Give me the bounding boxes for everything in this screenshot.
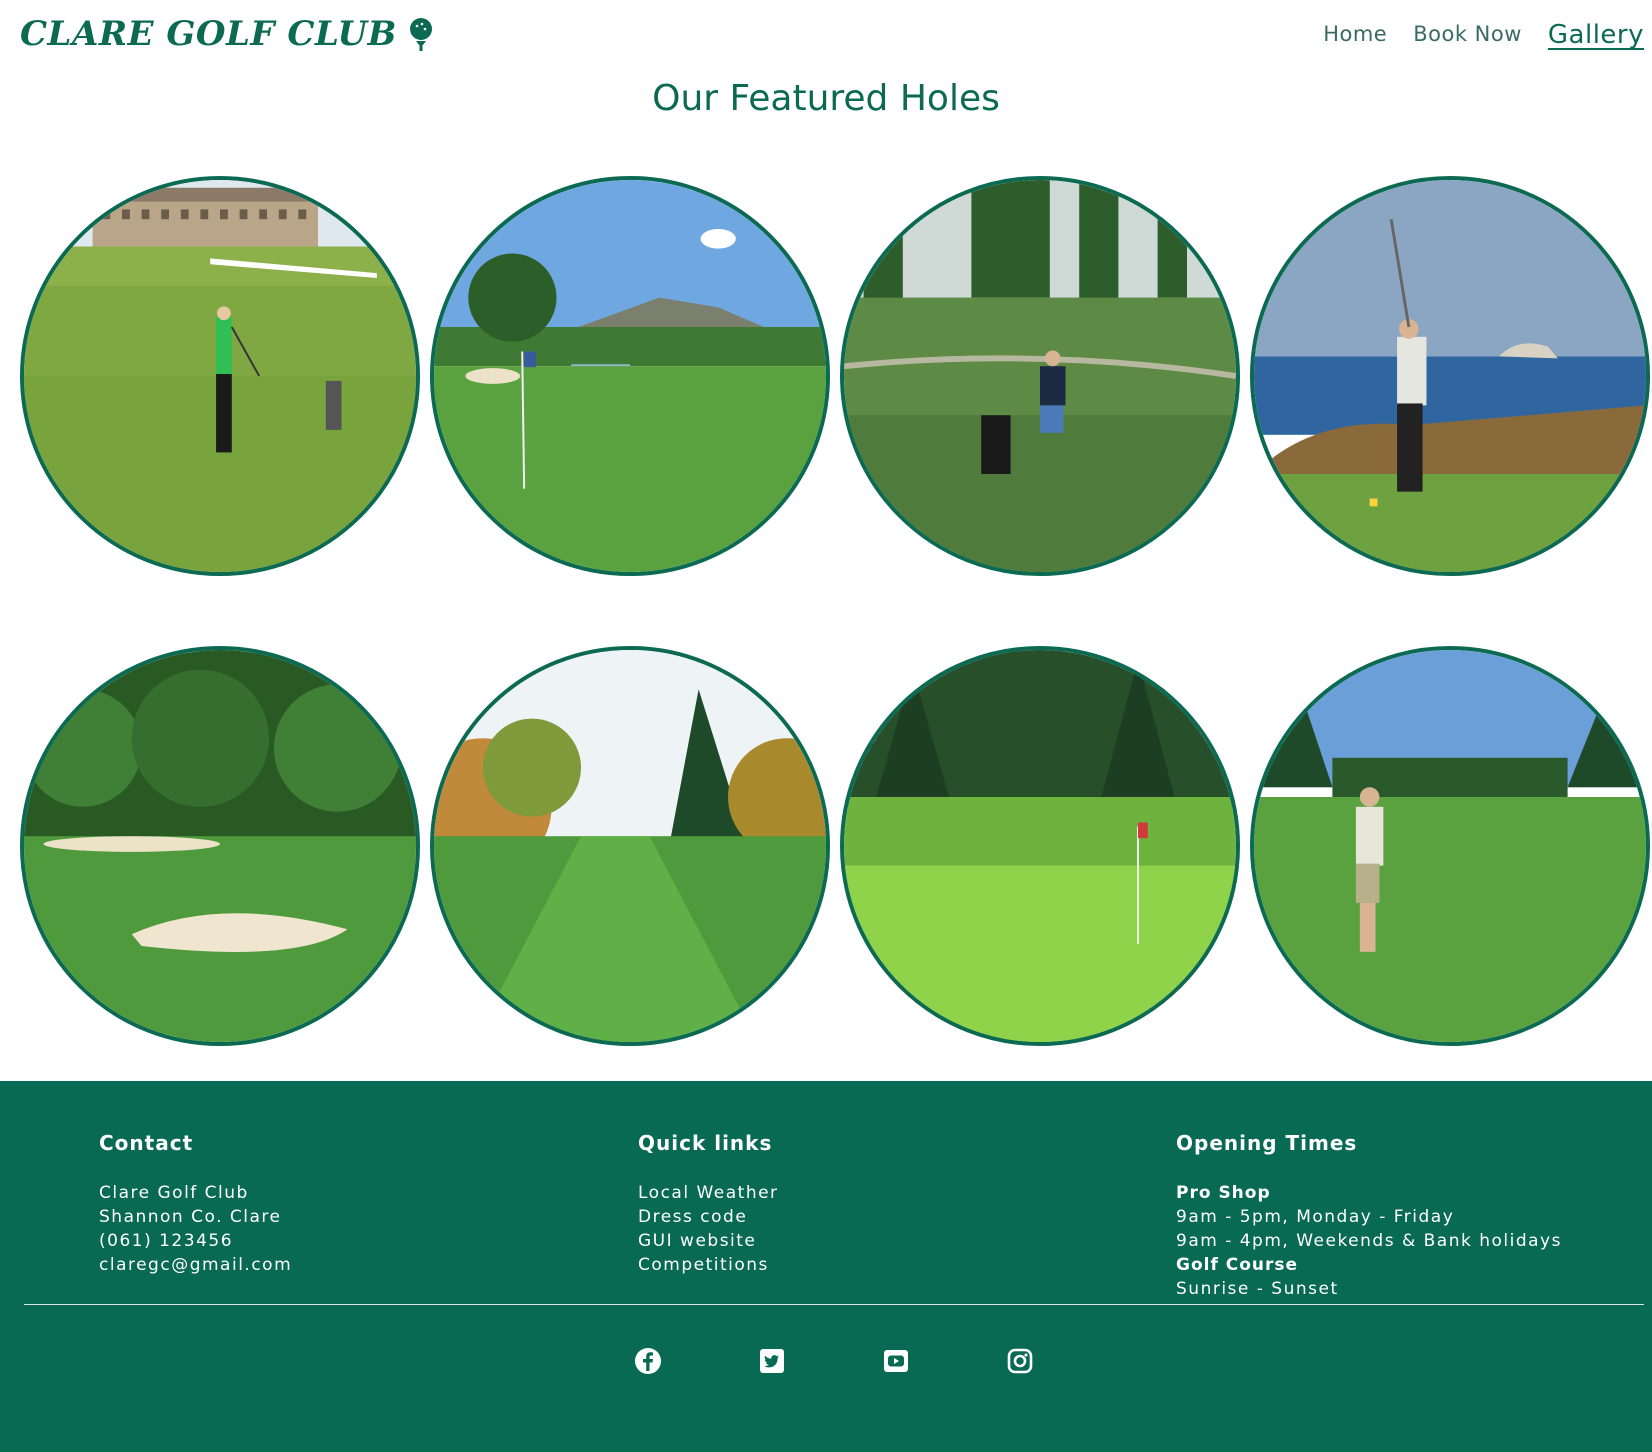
opening-times-heading: Opening Times	[1176, 1131, 1358, 1155]
footer-quick-links: Quick links Local Weather Dress code GUI…	[638, 1131, 779, 1277]
gallery-image-6[interactable]	[430, 646, 830, 1046]
quick-links-heading: Quick links	[638, 1131, 773, 1155]
gallery-image-4[interactable]	[1250, 176, 1650, 576]
footer-divider	[24, 1304, 1644, 1305]
pro-shop-weekend: 9am - 4pm, Weekends & Bank holidays	[1176, 1231, 1562, 1251]
gallery-image-7[interactable]	[840, 646, 1240, 1046]
nav-gallery[interactable]: Gallery	[1548, 20, 1644, 50]
page-title: Our Featured Holes	[652, 78, 1000, 119]
youtube-icon[interactable]	[882, 1347, 910, 1375]
gallery-image-2[interactable]	[430, 176, 830, 576]
nav-book-now[interactable]: Book Now	[1413, 22, 1522, 50]
golf-course-label: Golf Course	[1176, 1255, 1299, 1275]
contact-heading: Contact	[99, 1131, 194, 1155]
contact-line: Clare Golf Club	[99, 1183, 249, 1203]
social-links	[634, 1347, 1034, 1375]
instagram-icon[interactable]	[1006, 1347, 1034, 1375]
contact-email[interactable]: claregc@gmail.com	[99, 1253, 292, 1277]
golf-ball-tee-icon	[409, 18, 432, 51]
gallery-image-5[interactable]	[20, 646, 420, 1046]
nav-home[interactable]: Home	[1323, 22, 1387, 50]
footer-contact: Contact Clare Golf Club Shannon Co. Clar…	[99, 1131, 292, 1277]
golf-course-hours: Sunrise - Sunset	[1176, 1279, 1339, 1299]
pro-shop-label: Pro Shop	[1176, 1183, 1271, 1203]
main-nav: Home Book Now Gallery	[1323, 20, 1644, 50]
quick-link-dress-code[interactable]: Dress code	[638, 1205, 779, 1229]
gallery-image-8[interactable]	[1250, 646, 1650, 1046]
quick-link-weather[interactable]: Local Weather	[638, 1181, 779, 1205]
pro-shop-weekday: 9am - 5pm, Monday - Friday	[1176, 1207, 1455, 1227]
quick-link-competitions[interactable]: Competitions	[638, 1253, 779, 1277]
footer-opening-times: Opening Times Pro Shop 9am - 5pm, Monday…	[1176, 1131, 1562, 1301]
site-header: CLARE GOLF CLUB Home Book Now Gallery	[0, 0, 1652, 80]
facebook-icon[interactable]	[634, 1347, 662, 1375]
logo-text: CLARE GOLF CLUB	[20, 14, 397, 54]
contact-phone: (061) 123456	[99, 1231, 234, 1251]
quick-link-gui[interactable]: GUI website	[638, 1229, 779, 1253]
site-footer: Contact Clare Golf Club Shannon Co. Clar…	[0, 1081, 1652, 1452]
twitter-icon[interactable]	[758, 1347, 786, 1375]
gallery-image-3[interactable]	[840, 176, 1240, 576]
contact-line: Shannon Co. Clare	[99, 1207, 282, 1227]
site-logo[interactable]: CLARE GOLF CLUB	[20, 14, 435, 54]
gallery-image-1[interactable]	[20, 176, 420, 576]
